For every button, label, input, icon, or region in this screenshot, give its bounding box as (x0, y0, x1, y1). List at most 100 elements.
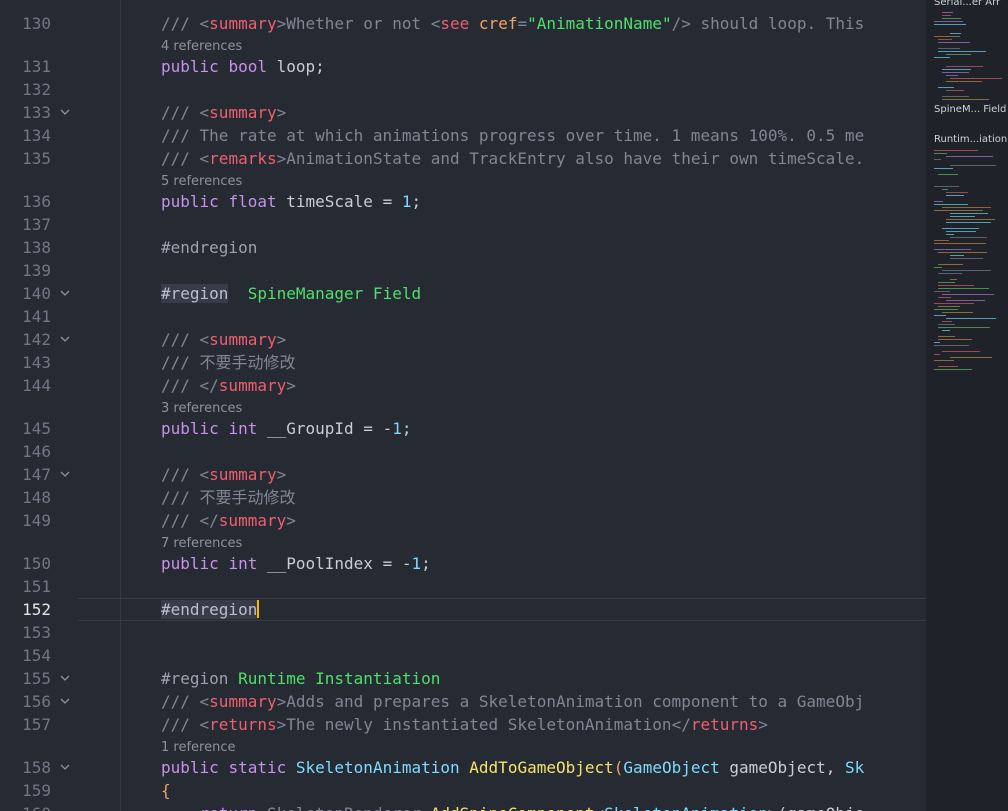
codelens-references[interactable]: 7 references (161, 534, 242, 554)
code-line[interactable]: 138 #endregion (0, 236, 926, 259)
code-line[interactable]: 157/// <returns>The newly instantiated S… (0, 713, 926, 736)
minimap-code-stroke (934, 303, 974, 304)
code-line[interactable]: 158 public static SkeletonAnimation AddTo… (0, 756, 926, 779)
fold-chevron-icon[interactable] (60, 756, 72, 779)
code-line[interactable]: 137 (0, 213, 926, 236)
code-text: public float timeScale = 1; (161, 190, 421, 213)
minimap-code-stroke (934, 249, 971, 250)
minimap-code-stroke (950, 279, 957, 280)
code-token: public (161, 758, 219, 777)
code-text: public int __PoolIndex = -1; (161, 552, 431, 575)
minimap-code-stroke (938, 39, 952, 40)
code-line[interactable]: 140 #region SpineManager Field (0, 282, 926, 305)
code-line[interactable]: 148 /// 不要手动修改 (0, 486, 926, 509)
code-line[interactable]: 145 public int __GroupId = -1; (0, 417, 926, 440)
code-line[interactable]: 156 /// <summary>Adds and prepares a Skel… (0, 690, 926, 713)
code-token: cref (478, 14, 518, 33)
codelens-references[interactable]: 4 references (161, 37, 242, 57)
minimap-code-stroke (946, 81, 982, 82)
code-line[interactable]: 139 (0, 259, 926, 282)
code-line[interactable]: 147 /// <summary> (0, 463, 926, 486)
code-line[interactable]: 152 #endregion (0, 598, 926, 621)
code-token: int (228, 554, 258, 573)
minimap-code-stroke (934, 354, 940, 355)
code-line[interactable]: 144 /// </summary> (0, 374, 926, 397)
code-line[interactable]: 132 (0, 78, 926, 101)
code-token: >The newly instantiated SkeletonAnimatio… (276, 715, 672, 734)
minimap[interactable]: Serial...er Arr SpineM... Field Runtim...i… (926, 0, 1008, 811)
line-number: 144 (22, 376, 51, 395)
fold-chevron-icon[interactable] (60, 328, 72, 351)
code-token: returns (209, 715, 277, 734)
code-line[interactable]: 130/// <summary>Whether or not <see cref… (0, 12, 926, 35)
code-token: > (276, 465, 287, 484)
codelens-references[interactable]: 5 references (161, 172, 242, 192)
line-number: 138 (22, 238, 51, 257)
code-line[interactable]: 146 (0, 440, 926, 463)
minimap-code-stroke (946, 66, 983, 67)
code-token: see (440, 14, 470, 33)
minimap-code-stroke (934, 267, 942, 268)
code-line[interactable]: 134 /// The rate at which animations prog… (0, 124, 926, 147)
code-line[interactable]: 160 return SkeletonRenderer.AddSpineComp… (0, 802, 926, 811)
minimap-code-stroke (942, 72, 969, 73)
minimap-region-label[interactable]: Serial...er Arr (934, 0, 1000, 8)
code-line[interactable]: 133 /// <summary> (0, 101, 926, 124)
code-editor[interactable]: 129 130/// <summary>Whether or not <see c… (0, 0, 926, 811)
code-line[interactable]: 129 (0, 0, 926, 3)
minimap-code-stroke (938, 252, 987, 253)
code-token: AddToGameObject (469, 758, 614, 777)
line-number: 146 (22, 442, 51, 461)
line-number: 147 (22, 465, 51, 484)
fold-chevron-icon[interactable] (60, 690, 72, 713)
code-line[interactable]: 141 (0, 305, 926, 328)
line-number: 136 (22, 192, 51, 211)
code-line[interactable]: 149 /// </summary> (0, 509, 926, 532)
code-token: static (228, 758, 287, 777)
fold-chevron-icon[interactable] (60, 282, 72, 305)
code-line[interactable]: 154 (0, 644, 926, 667)
minimap-code-stroke (934, 204, 968, 205)
minimap-code-stroke (950, 255, 964, 256)
code-line[interactable]: 150 public int __PoolIndex = -1; (0, 552, 926, 575)
line-number: 149 (22, 511, 51, 530)
fold-chevron-icon[interactable] (60, 463, 72, 486)
code-line[interactable]: 143 /// 不要手动修改 (0, 351, 926, 374)
code-token: /// (161, 376, 200, 395)
minimap-region-label[interactable]: SpineM... Field (934, 104, 1006, 115)
minimap-code-stroke (934, 243, 986, 244)
minimap-code-stroke (946, 75, 958, 76)
code-line[interactable]: 136 public float timeScale = 1; (0, 190, 926, 213)
code-token: 1 (411, 554, 422, 573)
codelens-references[interactable]: 1 reference (161, 738, 235, 758)
fold-chevron-icon[interactable] (60, 667, 72, 690)
code-token: summary (209, 103, 277, 122)
minimap-code-stroke (950, 165, 996, 166)
code-line[interactable]: 151 (0, 575, 926, 598)
line-number: 142 (22, 330, 51, 349)
code-line[interactable]: 135 /// <remarks>AnimationState and Track… (0, 147, 926, 170)
minimap-code-stroke (934, 291, 950, 292)
code-line[interactable]: 155 #region Runtime Instantiation (0, 667, 926, 690)
codelens-references[interactable]: 3 references (161, 399, 242, 419)
code-line[interactable]: 153 (0, 621, 926, 644)
minimap-code-stroke (938, 282, 955, 283)
fold-chevron-icon[interactable] (60, 101, 72, 124)
code-token: /// 不要手动修改 (161, 488, 296, 507)
minimap-code-stroke (938, 288, 989, 289)
code-line[interactable]: 131 public bool loop; (0, 55, 926, 78)
code-line[interactable]: 142 /// <summary> (0, 328, 926, 351)
code-line[interactable]: 159 { (0, 779, 926, 802)
minimap-code-stroke (946, 54, 971, 55)
code-token: /// (161, 465, 200, 484)
line-number: 152 (22, 600, 51, 619)
minimap-region-label[interactable]: Runtim...iation (934, 134, 1007, 145)
minimap-code-stroke (934, 168, 953, 169)
code-token: /// (161, 715, 200, 734)
code-token: </ (671, 715, 691, 734)
